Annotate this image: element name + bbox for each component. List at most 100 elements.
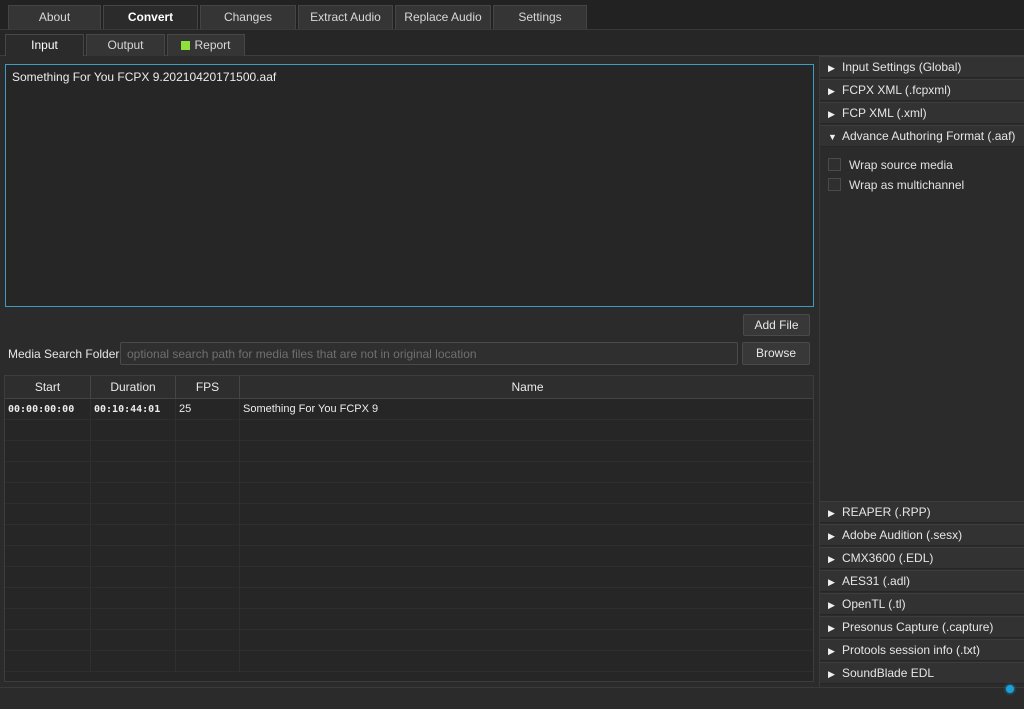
wrap-source-media-checkbox[interactable]	[828, 158, 841, 171]
media-search-folder-label: Media Search Folder	[8, 347, 120, 361]
status-bar	[0, 687, 1024, 709]
section-presonus-capture[interactable]: ▶ Presonus Capture (.capture)	[820, 616, 1024, 638]
empty-cell	[91, 609, 176, 630]
empty-cell	[91, 546, 176, 567]
empty-cell	[240, 462, 813, 483]
browse-button[interactable]: Browse	[742, 342, 810, 365]
section-label: SoundBlade EDL	[842, 666, 935, 680]
empty-cell	[5, 462, 91, 483]
cell-name: Something For You FCPX 9	[243, 403, 379, 415]
expand-arrow-icon: ▶	[828, 646, 835, 656]
empty-cell	[91, 525, 176, 546]
section-label: Protools session info (.txt)	[842, 643, 981, 657]
empty-cell	[5, 567, 91, 588]
add-file-button[interactable]: Add File	[743, 314, 810, 336]
empty-cell	[91, 567, 176, 588]
wrap-source-media-option[interactable]: Wrap source media	[828, 157, 953, 173]
main-tab-bar: About Convert Changes Extract Audio Repl…	[0, 0, 1024, 30]
report-status-icon	[181, 41, 191, 50]
empty-table-row	[5, 651, 813, 672]
empty-cell	[176, 504, 240, 525]
input-file-list[interactable]: Something For You FCPX 9.20210420171500.…	[5, 64, 814, 307]
wrap-multichannel-label: Wrap as multichannel	[849, 178, 965, 192]
empty-cell	[91, 651, 176, 672]
media-search-folder-input[interactable]	[120, 342, 738, 365]
empty-cell	[5, 546, 91, 567]
timeline-table: Start Duration FPS Name 00:00:00:00 00:1…	[4, 375, 814, 682]
empty-table-row	[5, 504, 813, 525]
expand-arrow-icon: ▶	[828, 623, 835, 633]
tab-changes[interactable]: Changes	[200, 5, 296, 29]
empty-table-row	[5, 462, 813, 483]
section-protools-session-info[interactable]: ▶ Protools session info (.txt)	[820, 639, 1024, 661]
table-row[interactable]: 00:00:00:00 00:10:44:01 25 Something For…	[5, 399, 813, 420]
empty-cell	[5, 588, 91, 609]
section-input-settings[interactable]: ▶ Input Settings (Global)	[820, 56, 1024, 78]
empty-cell	[5, 420, 91, 441]
empty-table-row	[5, 567, 813, 588]
empty-cell	[176, 630, 240, 651]
wrap-multichannel-checkbox[interactable]	[828, 178, 841, 191]
empty-cell	[91, 588, 176, 609]
empty-cell	[240, 504, 813, 525]
expand-arrow-icon: ▶	[828, 531, 835, 541]
empty-cell	[91, 483, 176, 504]
tab-settings[interactable]: Settings	[493, 5, 587, 29]
sub-tab-bar: Input Output Report	[0, 30, 1024, 56]
section-label: Input Settings (Global)	[842, 60, 962, 74]
section-label: CMX3600 (.EDL)	[842, 551, 934, 565]
empty-cell	[5, 441, 91, 462]
empty-cell	[5, 483, 91, 504]
cell-start: 00:00:00:00	[5, 399, 91, 420]
empty-cell	[91, 504, 176, 525]
empty-cell	[176, 525, 240, 546]
subtab-report[interactable]: Report	[167, 34, 245, 56]
section-label: FCPX XML (.fcpxml)	[842, 83, 951, 97]
empty-cell	[240, 630, 813, 651]
section-label: Advance Authoring Format (.aaf)	[842, 129, 1016, 143]
empty-cell	[240, 525, 813, 546]
empty-cell	[176, 483, 240, 504]
section-reaper[interactable]: ▶ REAPER (.RPP)	[820, 501, 1024, 523]
section-label: Adobe Audition (.sesx)	[842, 528, 963, 542]
tab-replace-audio[interactable]: Replace Audio	[395, 5, 491, 29]
column-header-start[interactable]: Start	[5, 376, 91, 399]
empty-cell	[240, 588, 813, 609]
empty-cell	[5, 525, 91, 546]
empty-cell	[91, 420, 176, 441]
section-soundblade-edl[interactable]: ▶ SoundBlade EDL	[820, 662, 1024, 684]
section-label: FCP XML (.xml)	[842, 106, 927, 120]
format-settings-panel: ▶ Input Settings (Global) ▶ FCPX XML (.fcp…	[819, 56, 1024, 687]
empty-cell	[91, 441, 176, 462]
column-header-name[interactable]: Name	[240, 376, 813, 399]
section-adobe-audition[interactable]: ▶ Adobe Audition (.sesx)	[820, 524, 1024, 546]
wrap-multichannel-option[interactable]: Wrap as multichannel	[828, 177, 964, 193]
subtab-output[interactable]: Output	[86, 34, 165, 56]
empty-cell	[240, 546, 813, 567]
tab-extract-audio[interactable]: Extract Audio	[298, 5, 393, 29]
column-header-duration[interactable]: Duration	[91, 376, 176, 399]
tab-about[interactable]: About	[8, 5, 101, 29]
section-label: Presonus Capture (.capture)	[842, 620, 994, 634]
expand-arrow-icon: ▶	[828, 86, 835, 96]
collapse-arrow-icon: ▼	[828, 132, 837, 142]
section-opentl[interactable]: ▶ OpenTL (.tl)	[820, 593, 1024, 615]
empty-cell	[240, 567, 813, 588]
section-cmx3600[interactable]: ▶ CMX3600 (.EDL)	[820, 547, 1024, 569]
empty-cell	[5, 651, 91, 672]
tab-convert[interactable]: Convert	[103, 5, 198, 29]
subtab-input[interactable]: Input	[5, 34, 84, 56]
empty-cell	[91, 462, 176, 483]
section-fcpx-xml[interactable]: ▶ FCPX XML (.fcpxml)	[820, 79, 1024, 101]
empty-table-row	[5, 441, 813, 462]
cell-duration: 00:10:44:01	[91, 399, 176, 420]
input-file-item[interactable]: Something For You FCPX 9.20210420171500.…	[12, 70, 276, 84]
section-fcp-xml[interactable]: ▶ FCP XML (.xml)	[820, 102, 1024, 124]
expand-arrow-icon: ▶	[828, 577, 835, 587]
table-header: Start Duration FPS Name	[5, 376, 813, 399]
column-header-fps[interactable]: FPS	[176, 376, 240, 399]
empty-cell	[176, 651, 240, 672]
section-aes31[interactable]: ▶ AES31 (.adl)	[820, 570, 1024, 592]
section-aaf[interactable]: ▼ Advance Authoring Format (.aaf)	[820, 125, 1024, 147]
expand-arrow-icon: ▶	[828, 109, 835, 119]
